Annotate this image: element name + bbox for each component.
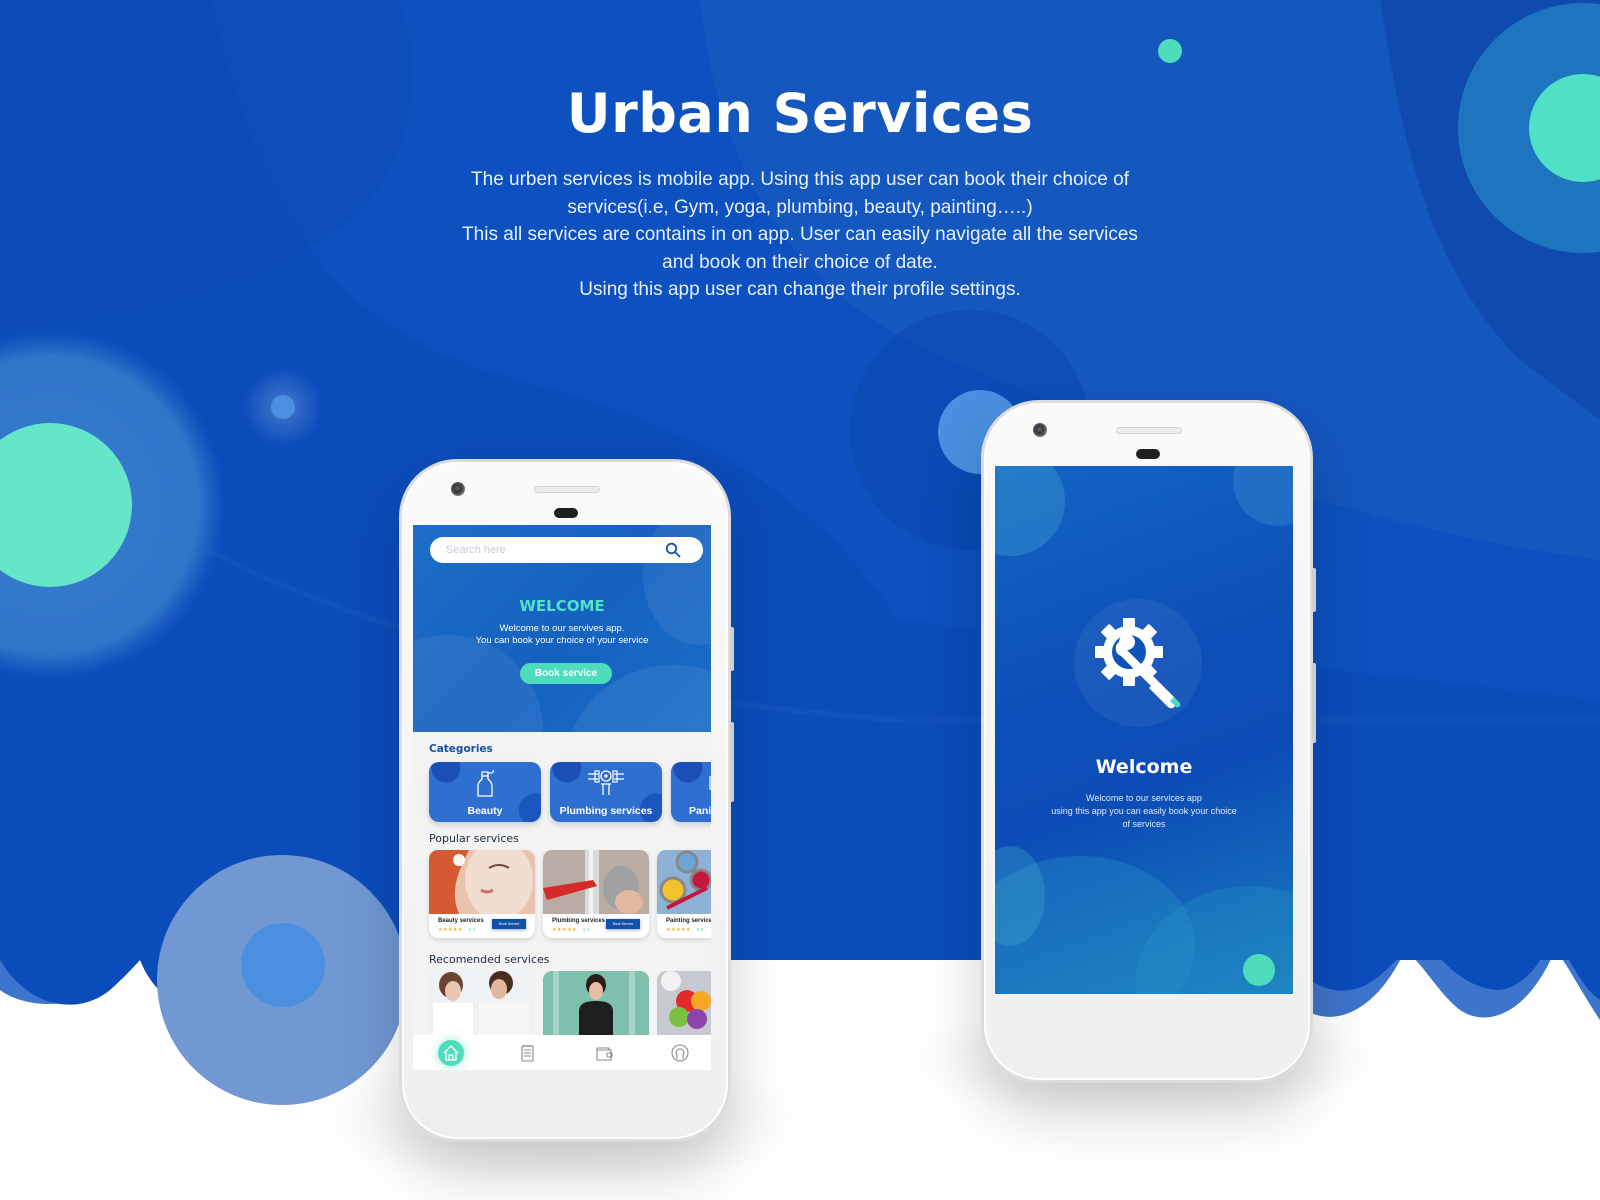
bottom-tab-bar <box>413 1035 711 1070</box>
banner-text-line: Welcome to our servives app. <box>499 623 625 634</box>
paint-icon <box>709 776 711 790</box>
category-painting[interactable]: Panin <box>671 762 711 822</box>
search-bar[interactable] <box>430 537 703 563</box>
rating-value: 5.0 <box>697 927 704 932</box>
popular-heading: Popular services <box>429 832 519 845</box>
splash-text-line: of services <box>1122 819 1166 829</box>
home-screen: WELCOME Welcome to our servives app. You… <box>413 525 711 1070</box>
power-button <box>1312 663 1316 743</box>
recommended-card[interactable] <box>543 971 649 1037</box>
description-line: This all services are contains in on app… <box>462 224 1138 245</box>
recommended-card[interactable] <box>429 971 535 1037</box>
phone-mockup-splash: Welcome Welcome to our services app usin… <box>981 400 1316 1083</box>
balloons-photo <box>657 971 711 1037</box>
decor-dot-teal <box>1243 954 1275 986</box>
front-camera <box>451 482 465 496</box>
notepad-icon <box>521 1045 534 1062</box>
fitness-woman-photo <box>543 971 649 1037</box>
presentation-canvas: Urban Services The urben services is mob… <box>0 0 1600 1200</box>
painting-photo <box>657 850 711 914</box>
book-service-button[interactable]: Book Service <box>492 919 526 929</box>
bg-dot-teal <box>1158 39 1182 63</box>
search-input[interactable] <box>446 540 656 560</box>
wallet-icon <box>596 1047 613 1061</box>
service-name: Plumbing services <box>552 918 606 924</box>
banner-text-line: You can book your choice of your service <box>475 635 649 646</box>
welcome-banner: WELCOME Welcome to our servives app. You… <box>413 525 711 732</box>
description-line: Using this app user can change their pro… <box>579 279 1021 300</box>
volume-button <box>1312 568 1316 612</box>
category-label: Panin <box>689 805 711 817</box>
home-icon <box>443 1045 459 1061</box>
service-name: Painting services <box>666 918 711 924</box>
splash-text-line: using this app you can easily book your … <box>1051 806 1237 816</box>
service-name: Beauty services <box>438 918 484 924</box>
category-plumbing[interactable]: Plumbing services <box>550 762 662 822</box>
spray-bottle-icon <box>477 769 494 797</box>
rating-value: 5.0 <box>469 927 476 932</box>
volume-button <box>730 627 734 671</box>
earpiece-speaker <box>1116 427 1182 434</box>
tab-home[interactable] <box>438 1040 464 1066</box>
tab-bookings[interactable] <box>514 1040 540 1066</box>
plumbing-photo <box>543 850 649 914</box>
splash-title: Welcome <box>1095 756 1193 778</box>
service-card-plumbing[interactable]: Plumbing services ★★★★★ 5.0 Book Service <box>543 850 649 938</box>
category-label: Beauty <box>467 805 503 817</box>
description-line: and book on their choice of date. <box>662 251 938 273</box>
power-button <box>730 722 734 802</box>
book-service-button[interactable]: Book Service <box>606 919 640 929</box>
recommended-card[interactable] <box>657 971 711 1037</box>
beauty-photo <box>429 850 535 914</box>
category-label: Plumbing services <box>559 805 653 817</box>
splash-screen: Welcome Welcome to our services app usin… <box>995 466 1293 994</box>
service-card-painting[interactable]: Painting services ★★★★★ 5.0 <box>657 850 711 938</box>
star-rating: ★★★★★ <box>552 927 577 933</box>
gear-wrench-icon <box>1095 618 1181 709</box>
proximity-sensor <box>1136 449 1160 459</box>
phone-mockup-home: WELCOME Welcome to our servives app. You… <box>399 459 734 1142</box>
page-description: The urben services is mobile app. Using … <box>420 166 1180 304</box>
page-title: Urban Services <box>566 82 1034 145</box>
book-service-button[interactable]: Book service <box>520 663 612 684</box>
pipe-icon <box>588 770 624 795</box>
service-card-beauty[interactable]: Beauty services ★★★★★ 5.0 Book Service <box>429 850 535 938</box>
splash-text: Welcome to our services app using this a… <box>995 792 1293 831</box>
bg-circle-mid <box>241 923 325 1007</box>
categories-heading: Categories <box>429 743 493 755</box>
star-rating: ★★★★★ <box>438 927 463 933</box>
recommended-heading: Recomended services <box>429 953 550 966</box>
bg-dot <box>271 395 295 419</box>
doctors-photo <box>429 971 535 1037</box>
description-line: services(i.e, Gym, yoga, plumbing, beaut… <box>567 196 1033 218</box>
proximity-sensor <box>554 508 578 518</box>
user-icon <box>671 1044 689 1062</box>
star-rating: ★★★★★ <box>666 927 691 933</box>
popular-services-list: Beauty services ★★★★★ 5.0 Book Service P… <box>429 850 711 940</box>
rating-value: 5.0 <box>583 927 590 932</box>
search-icon[interactable] <box>665 542 681 558</box>
front-camera <box>1033 423 1047 437</box>
banner-text: Welcome to our servives app. You can boo… <box>413 623 711 647</box>
categories-row: Beauty Plumbing services Pani <box>429 762 711 822</box>
banner-title: WELCOME <box>519 597 605 615</box>
tab-profile[interactable] <box>667 1040 693 1066</box>
earpiece-speaker <box>534 486 600 493</box>
description-line: The urben services is mobile app. Using … <box>471 169 1129 190</box>
category-beauty[interactable]: Beauty <box>429 762 541 822</box>
splash-text-line: Welcome to our services app <box>1086 793 1202 803</box>
tab-wallet[interactable] <box>591 1040 617 1066</box>
